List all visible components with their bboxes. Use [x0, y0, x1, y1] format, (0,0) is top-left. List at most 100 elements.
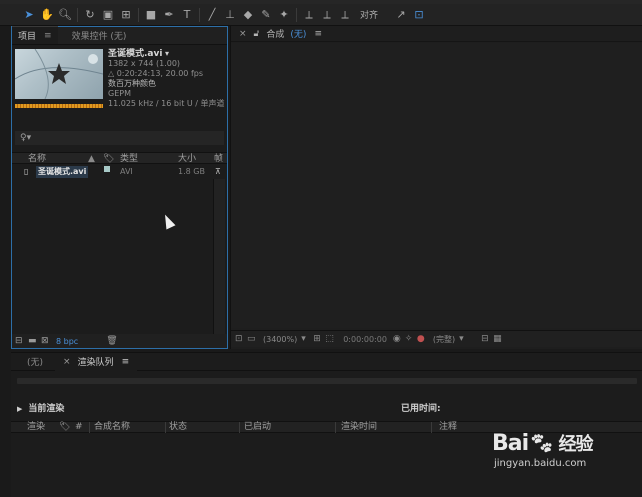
label-tag-icon[interactable]: 🏷︎ [103, 153, 114, 165]
close-icon[interactable]: × [239, 29, 247, 39]
region-of-interest-icon[interactable]: ⬚ [325, 334, 337, 344]
trash-icon[interactable]: 🗑︎ [106, 336, 119, 346]
row-name[interactable]: 圣诞模式.avi [36, 166, 89, 178]
tab-timeline-label: (无) [27, 358, 44, 368]
brush-tool-icon[interactable]: ╱ [203, 7, 221, 23]
snap-grid-icon[interactable]: ⊡ [410, 7, 428, 23]
column-started[interactable]: 已启动 [244, 422, 271, 433]
column-frame[interactable]: 帧 [214, 153, 223, 165]
snapping-icon[interactable]: ↗ [392, 7, 410, 23]
footage-thumbnail [15, 49, 103, 113]
zoom-dropdown[interactable]: (3400%) [263, 335, 297, 344]
column-comp-name[interactable]: 合成名称 [94, 422, 130, 433]
panel-menu-icon[interactable]: ≡ [122, 357, 130, 367]
project-search-input[interactable]: ♀▾ [15, 131, 224, 145]
grid-icon[interactable]: ⊞ [313, 334, 325, 344]
column-type[interactable]: 类型 [120, 153, 138, 165]
new-folder-icon[interactable]: ▬ [28, 336, 41, 346]
watermark-url: jingyan.baidu.com [494, 458, 587, 469]
column-size[interactable]: 大小 [178, 153, 196, 165]
show-snapshot-icon[interactable]: ✧ [405, 334, 417, 344]
eraser-tool-icon[interactable]: ◆ [239, 7, 257, 23]
sort-ascending-icon[interactable]: ▲ [88, 153, 95, 165]
panel-menu-icon[interactable]: ≡ [44, 31, 52, 41]
axis-view-icon[interactable]: ⟂ [336, 7, 354, 23]
project-footer: ⊟ ▬ ⊠ 8 bpc 🗑︎ [12, 334, 227, 348]
pan-behind-tool-icon[interactable]: ⊞ [117, 7, 135, 23]
footage-colors: 数百万种颜色 [108, 79, 156, 88]
camera-tool-icon[interactable]: ▣ [99, 7, 117, 23]
label-color-swatch[interactable] [104, 166, 110, 172]
composition-state: (无) [290, 30, 307, 40]
footage-dropdown-icon[interactable]: ▾ [165, 49, 169, 58]
column-comment[interactable]: 注释 [439, 422, 457, 433]
align-label[interactable]: 对齐 [360, 8, 378, 21]
footage-codec: GEPM [108, 89, 131, 98]
always-preview-icon[interactable]: ⊡ [235, 334, 247, 344]
puppet-pin-tool-icon[interactable]: ✦ [275, 7, 293, 23]
render-status: ▶ 当前渲染 已用时间: [17, 401, 637, 414]
chevron-down-icon[interactable]: ▾ [459, 334, 471, 344]
table-row[interactable]: ▯ 圣诞模式.avi AVI 1.8 GB ⊼ [12, 166, 227, 178]
toolbar-divider [138, 7, 139, 22]
clone-stamp-tool-icon[interactable]: ⊥ [221, 7, 239, 23]
lock-icon[interactable]: 🔓︎ [254, 29, 260, 39]
column-name[interactable]: 名称 [28, 153, 46, 165]
composition-viewer[interactable] [231, 43, 642, 328]
axis-world-icon[interactable]: ⟂ [318, 7, 336, 23]
column-number[interactable]: # [75, 422, 83, 433]
current-timecode[interactable]: 0:00:00:00 [343, 335, 387, 344]
current-render-label: 当前渲染 [28, 404, 65, 414]
column-divider [239, 422, 240, 433]
tab-project[interactable]: 项目 ≡ [12, 26, 58, 44]
tab-effect-controls-label: 效果控件 (无) [71, 31, 127, 42]
footage-file-icon: ▯ [24, 167, 29, 176]
project-column-header: 名称 ▲ 🏷︎ 类型 大小 帧 [12, 152, 227, 164]
current-render-toggle[interactable]: ▶ 当前渲染 [17, 401, 64, 414]
tab-render-queue-label: 渲染队列 [77, 358, 114, 368]
chevron-down-icon[interactable]: ▾ [301, 334, 313, 344]
axis-local-icon[interactable]: ⟂ [300, 7, 318, 23]
tab-composition[interactable]: 合成 [266, 27, 284, 40]
column-status[interactable]: 状态 [169, 422, 187, 433]
rectangle-tool-icon[interactable]: ■ [142, 7, 160, 23]
channel-icon[interactable]: ● [417, 334, 429, 344]
pen-tool-icon[interactable]: ✒ [160, 7, 178, 23]
expand-arrow-icon[interactable]: ▶ [17, 405, 22, 413]
selection-tool-icon[interactable]: ➤ [20, 7, 38, 23]
footage-info: 圣诞模式.avi ▾ 1382 x 744 (1.00) △ 0:20:24:1… [108, 49, 226, 109]
column-render[interactable]: 渲染 [27, 422, 45, 433]
new-composition-icon[interactable]: ⊠ [41, 336, 54, 346]
search-icon: ♀▾ [20, 133, 32, 143]
elapsed-time-label: 已用时间: [401, 404, 441, 414]
project-scrollbar[interactable] [213, 179, 225, 334]
tab-timeline[interactable]: (无) [11, 353, 51, 371]
label-tag-icon[interactable]: 🏷︎ [59, 422, 70, 433]
color-depth-button[interactable]: 8 bpc [56, 337, 78, 346]
resolution-dropdown[interactable]: (完整) [433, 334, 455, 345]
tab-effect-controls[interactable]: 效果控件 (无) [58, 26, 133, 44]
rotate-tool-icon[interactable]: ↻ [81, 7, 99, 23]
tab-render-queue[interactable]: × 渲染队列 ≡ [55, 352, 138, 371]
column-divider [335, 422, 336, 433]
close-icon[interactable]: × [63, 357, 71, 367]
column-divider [431, 422, 432, 433]
hand-tool-icon[interactable]: ✋ [38, 7, 56, 23]
tools-toolbar: ➤ ✋ 🔍︎ ↻ ▣ ⊞ ■ ✒ T ╱ ⊥ ◆ ✎ ✦ ⟂ ⟂ ⟂ 对齐 ↗ … [0, 4, 642, 26]
snapshot-icon[interactable]: ◉ [393, 334, 405, 344]
watermark-logo: Bai 🐾︎ 经验 [492, 430, 632, 456]
zoom-tool-icon[interactable]: 🔍︎ [56, 7, 74, 23]
watermark-brand-suffix: 经验 [558, 434, 594, 455]
column-render-time[interactable]: 渲染时间 [341, 422, 377, 433]
interpret-footage-icon[interactable]: ⊟ [15, 336, 28, 346]
composition-panel: × 🔓︎ 合成 (无) ≡ ⊡ ▭ (3400%) ▾ ⊞ ⬚ 0:00:00:… [230, 26, 642, 349]
footage-filename[interactable]: 圣诞模式.avi [108, 49, 162, 59]
column-divider [165, 422, 166, 433]
panel-menu-icon[interactable]: ≡ [314, 29, 322, 39]
transparency-grid-icon[interactable]: ▦ [493, 334, 505, 344]
roto-brush-tool-icon[interactable]: ✎ [257, 7, 275, 23]
fast-previews-icon[interactable]: ⊟ [481, 334, 493, 344]
monitor-icon[interactable]: ▭ [247, 334, 259, 344]
type-tool-icon[interactable]: T [178, 7, 196, 23]
column-divider [89, 422, 90, 433]
